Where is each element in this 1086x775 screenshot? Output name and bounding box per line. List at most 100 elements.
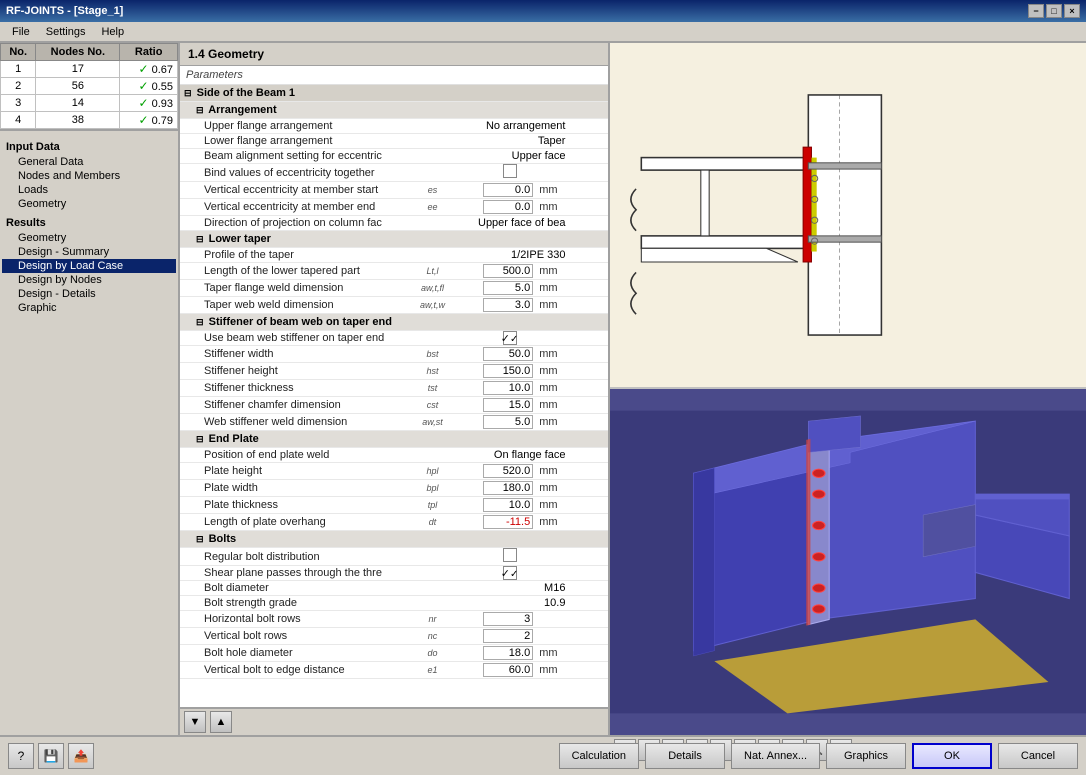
list-item[interactable]: Profile of the taper 1/2IPE 330 xyxy=(180,248,608,263)
prop-value[interactable]: 150.0 xyxy=(450,363,536,380)
value-box[interactable]: 5.0 xyxy=(483,281,533,295)
prop-value[interactable]: 60.0 xyxy=(450,662,536,679)
value-box[interactable]: -11.5 xyxy=(483,515,533,529)
value-box[interactable]: 15.0 xyxy=(483,398,533,412)
list-item[interactable]: Lower flange arrangement Taper xyxy=(180,134,608,149)
list-item[interactable]: Position of end plate weld On flange fac… xyxy=(180,448,608,463)
subsection-toggle[interactable]: ⊟ xyxy=(196,434,204,444)
prop-value[interactable]: 500.0 xyxy=(450,263,536,280)
table-row[interactable]: 4 38 ✓ 0.79 xyxy=(1,112,178,129)
minimize-btn[interactable]: − xyxy=(1028,4,1044,18)
tree-item-graphic[interactable]: Graphic xyxy=(2,301,176,315)
prop-value[interactable]: 10.0 xyxy=(450,380,536,397)
prop-value[interactable]: 180.0 xyxy=(450,480,536,497)
help-btn[interactable]: ? xyxy=(8,743,34,769)
maximize-btn[interactable]: □ xyxy=(1046,4,1062,18)
list-item[interactable]: Use beam web stiffener on taper end ✓ xyxy=(180,331,608,346)
tree-item-design-summary[interactable]: Design - Summary xyxy=(2,245,176,259)
table-row[interactable]: 3 14 ✓ 0.93 xyxy=(1,95,178,112)
list-item[interactable]: Vertical bolt to edge distance e1 60.0 m… xyxy=(180,662,608,679)
list-item[interactable]: Regular bolt distribution xyxy=(180,548,608,566)
ok-btn[interactable]: OK xyxy=(912,743,992,769)
subsection-toggle[interactable]: ⊟ xyxy=(196,234,204,244)
subsection-header-row[interactable]: ⊟ Bolts xyxy=(180,531,608,548)
list-item[interactable]: Horizontal bolt rows nr 3 xyxy=(180,611,608,628)
prop-value[interactable]: 0.0 xyxy=(450,199,536,216)
subsection-header-row[interactable]: ⊟ Arrangement xyxy=(180,102,608,119)
subsection-toggle[interactable]: ⊟ xyxy=(196,534,204,544)
prop-value[interactable]: 3.0 xyxy=(450,297,536,314)
value-box[interactable]: 180.0 xyxy=(483,481,533,495)
prop-value[interactable]: 0.0 xyxy=(450,182,536,199)
checkbox-cell[interactable] xyxy=(503,164,517,178)
value-box[interactable]: 3.0 xyxy=(483,298,533,312)
list-item[interactable]: Stiffener width bst 50.0 mm xyxy=(180,346,608,363)
subsection-header-row[interactable]: ⊟ Stiffener of beam web on taper end xyxy=(180,314,608,331)
export-btn[interactable]: 📤 xyxy=(68,743,94,769)
prop-value[interactable]: 5.0 xyxy=(450,280,536,297)
value-box[interactable]: 2 xyxy=(483,629,533,643)
tree-item-geometry[interactable]: Geometry xyxy=(2,197,176,211)
prop-value[interactable]: 10.0 xyxy=(450,497,536,514)
table-row[interactable]: 2 56 ✓ 0.55 xyxy=(1,78,178,95)
details-btn[interactable]: Details xyxy=(645,743,725,769)
prop-value[interactable]: 5.0 xyxy=(450,414,536,431)
prop-value[interactable]: 50.0 xyxy=(450,346,536,363)
prop-value[interactable]: 2 xyxy=(450,628,536,645)
list-item[interactable]: Stiffener chamfer dimension cst 15.0 mm xyxy=(180,397,608,414)
value-box[interactable]: 0.0 xyxy=(483,183,533,197)
list-item[interactable]: Plate thickness tpl 10.0 mm xyxy=(180,497,608,514)
list-item[interactable]: Direction of projection on column fac Up… xyxy=(180,216,608,231)
menu-file[interactable]: File xyxy=(4,24,38,40)
tree-item-results-geometry[interactable]: Geometry xyxy=(2,231,176,245)
close-btn[interactable]: × xyxy=(1064,4,1080,18)
subsection-toggle[interactable]: ⊟ xyxy=(196,317,204,327)
list-item[interactable]: Stiffener thickness tst 10.0 mm xyxy=(180,380,608,397)
list-item[interactable]: Bind values of eccentricity together xyxy=(180,164,608,182)
list-item[interactable]: Taper web weld dimension aw,t,w 3.0 mm xyxy=(180,297,608,314)
list-item[interactable]: Stiffener height hst 150.0 mm xyxy=(180,363,608,380)
tree-item-nodes-members[interactable]: Nodes and Members xyxy=(2,169,176,183)
list-item[interactable]: Shear plane passes through the thre ✓ xyxy=(180,566,608,581)
checkbox-cell[interactable]: ✓ xyxy=(503,331,517,345)
list-item[interactable]: Upper flange arrangement No arrangement xyxy=(180,119,608,134)
prop-value[interactable]: 15.0 xyxy=(450,397,536,414)
tree-item-design-details[interactable]: Design - Details xyxy=(2,287,176,301)
prop-checkbox[interactable]: ✓ xyxy=(450,566,570,581)
nat-annex-btn[interactable]: Nat. Annex... xyxy=(731,743,820,769)
subsection-header-row[interactable]: ⊟ Lower taper xyxy=(180,231,608,248)
list-item[interactable]: Bolt hole diameter do 18.0 mm xyxy=(180,645,608,662)
list-item[interactable]: Web stiffener weld dimension aw,st 5.0 m… xyxy=(180,414,608,431)
prop-value[interactable]: 18.0 xyxy=(450,645,536,662)
list-item[interactable]: Length of the lower tapered part Lt,l 50… xyxy=(180,263,608,280)
value-box[interactable]: 18.0 xyxy=(483,646,533,660)
list-item[interactable]: Plate height hpl 520.0 mm xyxy=(180,463,608,480)
prop-value[interactable]: -11.5 xyxy=(450,514,536,531)
list-item[interactable]: Vertical eccentricity at member start es… xyxy=(180,182,608,199)
checkbox-cell[interactable] xyxy=(503,548,517,562)
calculation-btn[interactable]: Calculation xyxy=(559,743,639,769)
list-item[interactable]: Plate width bpl 180.0 mm xyxy=(180,480,608,497)
value-box[interactable]: 10.0 xyxy=(483,498,533,512)
prop-value[interactable]: 520.0 xyxy=(450,463,536,480)
value-box[interactable]: 5.0 xyxy=(483,415,533,429)
list-item[interactable]: Taper flange weld dimension aw,t,fl 5.0 … xyxy=(180,280,608,297)
list-item[interactable]: Beam alignment setting for eccentric Upp… xyxy=(180,149,608,164)
prop-checkbox[interactable]: ✓ xyxy=(450,331,570,346)
subsection-header-row[interactable]: ⊟ End Plate xyxy=(180,431,608,448)
table-row[interactable]: 1 17 ✓ 0.67 xyxy=(1,61,178,78)
graphics-btn[interactable]: Graphics xyxy=(826,743,906,769)
subsection-toggle[interactable]: ⊟ xyxy=(196,105,204,115)
list-item[interactable]: Vertical bolt rows nc 2 xyxy=(180,628,608,645)
value-box[interactable]: 500.0 xyxy=(483,264,533,278)
section-header-row[interactable]: ⊟ Side of the Beam 1 xyxy=(180,85,608,102)
params-scroll[interactable]: ⊟ Side of the Beam 1⊟ Arrangement Upper … xyxy=(180,85,608,707)
save-btn[interactable]: 💾 xyxy=(38,743,64,769)
tree-item-design-nodes[interactable]: Design by Nodes xyxy=(2,273,176,287)
nav-down-btn[interactable]: ▼ xyxy=(184,711,206,733)
menu-settings[interactable]: Settings xyxy=(38,24,94,40)
value-box[interactable]: 520.0 xyxy=(483,464,533,478)
value-box[interactable]: 0.0 xyxy=(483,200,533,214)
list-item[interactable]: Bolt strength grade 10.9 xyxy=(180,596,608,611)
cancel-btn[interactable]: Cancel xyxy=(998,743,1078,769)
